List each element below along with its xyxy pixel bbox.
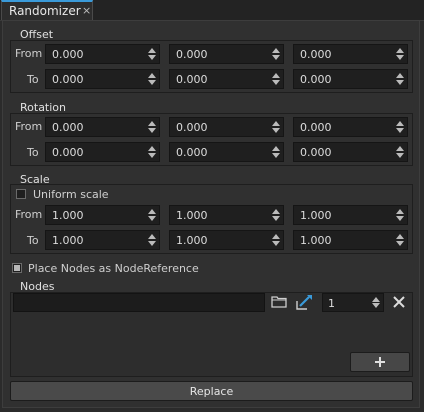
- spin-up-icon[interactable]: [148, 121, 156, 126]
- replace-button[interactable]: Replace: [10, 381, 413, 401]
- spin-up-icon[interactable]: [372, 297, 380, 302]
- spin-down-icon[interactable]: [148, 216, 156, 221]
- spin-up-icon[interactable]: [148, 146, 156, 151]
- spin-down-icon[interactable]: [272, 216, 280, 221]
- spin-up-icon[interactable]: [272, 234, 280, 239]
- spin-up-icon[interactable]: [396, 48, 404, 53]
- spin-down-icon[interactable]: [396, 55, 404, 60]
- tab-close-icon[interactable]: ×: [82, 4, 91, 17]
- spin-up-icon[interactable]: [396, 234, 404, 239]
- folder-icon[interactable]: [271, 295, 287, 311]
- spin-down-icon[interactable]: [272, 241, 280, 246]
- spin-down-icon[interactable]: [396, 128, 404, 133]
- spin-down-icon[interactable]: [148, 55, 156, 60]
- remove-icon[interactable]: [393, 296, 405, 311]
- spin-up-icon[interactable]: [272, 121, 280, 126]
- spin-up-icon[interactable]: [396, 121, 404, 126]
- rotation-to-label: To: [27, 146, 39, 159]
- spin-down-icon[interactable]: [272, 153, 280, 158]
- scale-to-z-spinbox[interactable]: 1.000: [293, 230, 408, 250]
- scale-to-y-spinbox[interactable]: 1.000: [169, 230, 284, 250]
- scale-from-label: From: [15, 208, 43, 221]
- spin-down-icon[interactable]: [396, 153, 404, 158]
- rotation-to-x-spinbox[interactable]: 0.000: [45, 142, 160, 162]
- rotation-from-x-spinbox[interactable]: 0.000: [45, 117, 160, 137]
- rotation-to-z-spinbox[interactable]: 0.000: [293, 142, 408, 162]
- spin-down-icon[interactable]: [148, 80, 156, 85]
- rotation-to-y-spinbox[interactable]: 0.000: [169, 142, 284, 162]
- spin-down-icon[interactable]: [148, 241, 156, 246]
- uniform-scale-checkbox[interactable]: [16, 189, 26, 199]
- offset-from-x-spinbox[interactable]: 0.000: [45, 44, 160, 64]
- spin-up-icon[interactable]: [272, 146, 280, 151]
- spin-down-icon[interactable]: [396, 216, 404, 221]
- spin-up-icon[interactable]: [148, 73, 156, 78]
- spin-down-icon[interactable]: [148, 128, 156, 133]
- spin-up-icon[interactable]: [148, 48, 156, 53]
- scale-from-z-spinbox[interactable]: 1.000: [293, 205, 408, 225]
- node-count-spinbox[interactable]: 1: [322, 293, 384, 312]
- uniform-scale-label: Uniform scale: [33, 188, 109, 201]
- node-path-input[interactable]: [13, 293, 265, 312]
- scale-from-x-spinbox[interactable]: 1.000: [45, 205, 160, 225]
- spin-up-icon[interactable]: [396, 209, 404, 214]
- replace-label: Replace: [189, 385, 234, 398]
- spin-down-icon[interactable]: [372, 303, 380, 308]
- offset-to-y-spinbox[interactable]: 0.000: [169, 69, 284, 89]
- spin-up-icon[interactable]: [396, 73, 404, 78]
- spin-up-icon[interactable]: [272, 209, 280, 214]
- scale-to-x-spinbox[interactable]: 1.000: [45, 230, 160, 250]
- spin-up-icon[interactable]: [272, 73, 280, 78]
- offset-from-y-spinbox[interactable]: 0.000: [169, 44, 284, 64]
- rotation-from-z-spinbox[interactable]: 0.000: [293, 117, 408, 137]
- offset-from-label: From: [15, 47, 43, 60]
- spin-up-icon[interactable]: [148, 234, 156, 239]
- spin-down-icon[interactable]: [148, 153, 156, 158]
- spin-down-icon[interactable]: [272, 55, 280, 60]
- rotation-from-y-spinbox[interactable]: 0.000: [169, 117, 284, 137]
- place-nodes-checkbox[interactable]: [12, 263, 22, 273]
- tab-randomizer[interactable]: Randomizer ×: [1, 0, 93, 20]
- spin-up-icon[interactable]: [396, 146, 404, 151]
- spin-down-icon[interactable]: [272, 128, 280, 133]
- spin-down-icon[interactable]: [396, 241, 404, 246]
- scale-to-label: To: [27, 234, 39, 247]
- scale-from-y-spinbox[interactable]: 1.000: [169, 205, 284, 225]
- plus-icon: [374, 356, 386, 371]
- spin-down-icon[interactable]: [272, 80, 280, 85]
- offset-to-z-spinbox[interactable]: 0.000: [293, 69, 408, 89]
- place-nodes-label: Place Nodes as NodeReference: [28, 262, 199, 275]
- spin-up-icon[interactable]: [272, 48, 280, 53]
- rotation-from-label: From: [15, 120, 43, 133]
- pick-node-icon[interactable]: [296, 294, 313, 313]
- tab-bar: Randomizer ×: [0, 0, 424, 21]
- offset-to-x-spinbox[interactable]: 0.000: [45, 69, 160, 89]
- spin-up-icon[interactable]: [148, 209, 156, 214]
- tab-title: Randomizer: [9, 4, 81, 18]
- spin-down-icon[interactable]: [396, 80, 404, 85]
- offset-from-z-spinbox[interactable]: 0.000: [293, 44, 408, 64]
- add-node-button[interactable]: [350, 352, 410, 372]
- offset-to-label: To: [27, 73, 39, 86]
